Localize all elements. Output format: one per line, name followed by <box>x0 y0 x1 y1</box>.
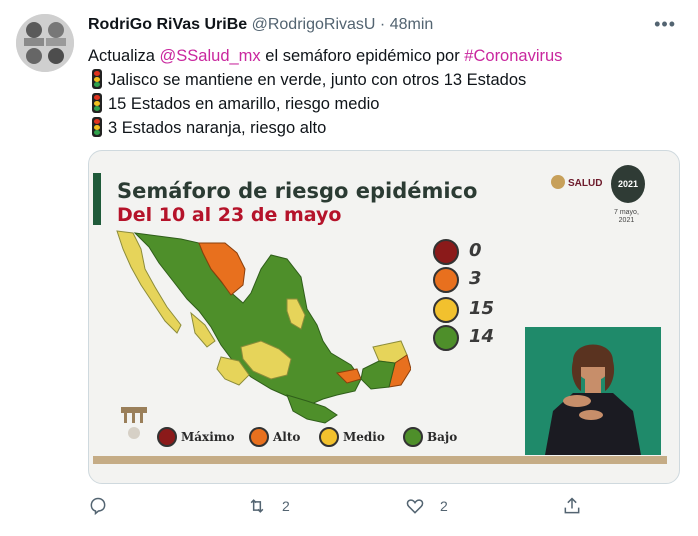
salud-label: SALUD <box>568 178 603 189</box>
author-handle[interactable]: @RodrigoRivasU <box>252 16 376 33</box>
tweet-line-intro: Actualiza @SSalud_mx el semáforo epidémi… <box>88 44 678 68</box>
mexico-map <box>116 230 411 424</box>
interpreter-figure <box>525 327 661 455</box>
separator: · <box>379 16 386 33</box>
retweet-icon <box>250 499 264 513</box>
salud-logo: SALUD <box>551 175 602 189</box>
sun-icon <box>403 427 423 447</box>
tweet-line-1: Jalisco se mantiene en verde, junto con … <box>88 68 678 92</box>
line-text: 15 Estados en amarillo, riesgo medio <box>108 95 380 113</box>
sign-language-interpreter <box>525 327 661 455</box>
shield-icon <box>157 427 177 447</box>
gear-alto-icon <box>433 267 459 293</box>
count-value: 14 <box>469 326 495 347</box>
traffic-light-icon <box>92 117 102 137</box>
traffic-light-icon <box>92 93 102 113</box>
date-note-line2: 2021 <box>618 217 635 224</box>
heart-icon <box>406 499 424 514</box>
gear-icon <box>249 427 269 447</box>
tweet-text: Actualiza @SSalud_mx el semáforo epidémi… <box>88 44 678 140</box>
tweet-line-2: 15 Estados en amarillo, riesgo medio <box>88 92 678 116</box>
count-value: 3 <box>469 268 482 289</box>
infographic-title: Semáforo de riesgo epidémico <box>117 179 478 203</box>
star-icon <box>319 427 339 447</box>
tweet[interactable]: RodriGo RiVas UriBe @RodrigoRivasU · 48m… <box>0 0 698 536</box>
legend-maximo: Máximo <box>157 427 234 451</box>
text-fragment: el semáforo epidémico por <box>260 47 465 65</box>
mention-link[interactable]: @SSalud_mx <box>160 47 261 65</box>
tweet-actions: 2 2 <box>88 496 678 524</box>
reply-button[interactable] <box>88 496 108 524</box>
emblem-2021-icon: 2021 <box>611 165 645 203</box>
legend-label: Bajo <box>427 430 458 444</box>
building-logo-icon <box>121 407 147 439</box>
infographic: Semáforo de riesgo epidémico Del 10 al 2… <box>89 151 679 483</box>
like-button[interactable]: 2 <box>404 496 448 524</box>
region-campeche-green <box>360 360 396 390</box>
like-count: 2 <box>440 498 448 514</box>
footer-band <box>93 456 667 464</box>
text-fragment: Actualiza <box>88 47 160 65</box>
tweet-header: RodriGo RiVas UriBe @RodrigoRivasU · 48m… <box>88 16 433 34</box>
seal-icon <box>551 175 565 189</box>
shield-maximo-icon <box>433 239 459 265</box>
more-horizontal-icon[interactable]: ••• <box>654 14 676 35</box>
reply-icon <box>90 497 106 516</box>
share-icon <box>564 497 580 514</box>
legend-alto: Alto <box>249 427 300 451</box>
retweet-button[interactable]: 2 <box>246 496 290 524</box>
infographic-subtitle: Del 10 al 23 de mayo <box>117 204 342 226</box>
legend-label: Medio <box>343 430 385 444</box>
sun-bajo-icon <box>433 325 459 351</box>
tweet-line-3: 3 Estados naranja, riesgo alto <box>88 116 678 140</box>
legend-label: Máximo <box>181 430 235 444</box>
title-accent-bar <box>93 173 101 225</box>
date-note: 7 mayo, 2021 <box>614 209 639 225</box>
share-button[interactable] <box>562 496 582 524</box>
author-name[interactable]: RodriGo RiVas UriBe <box>88 16 247 33</box>
hashtag-link[interactable]: #Coronavirus <box>464 47 562 65</box>
emblem-text: 2021 <box>617 179 639 189</box>
legend-medio: Medio <box>319 427 385 451</box>
media-card[interactable]: Semáforo de riesgo epidémico Del 10 al 2… <box>88 150 680 484</box>
retweet-count: 2 <box>282 498 290 514</box>
legend-bajo: Bajo <box>403 427 457 451</box>
line-text: 3 Estados naranja, riesgo alto <box>108 119 327 137</box>
count-value: 15 <box>469 298 495 319</box>
count-value: 0 <box>469 240 482 261</box>
legend-label: Alto <box>273 430 301 444</box>
date-note-line1: 7 mayo, <box>614 209 639 216</box>
line-text: Jalisco se mantiene en verde, junto con … <box>108 71 527 89</box>
avatar-image <box>16 14 74 72</box>
star-medio-icon <box>433 297 459 323</box>
timestamp[interactable]: 48min <box>390 16 434 33</box>
avatar[interactable] <box>16 14 74 72</box>
traffic-light-icon <box>92 69 102 89</box>
